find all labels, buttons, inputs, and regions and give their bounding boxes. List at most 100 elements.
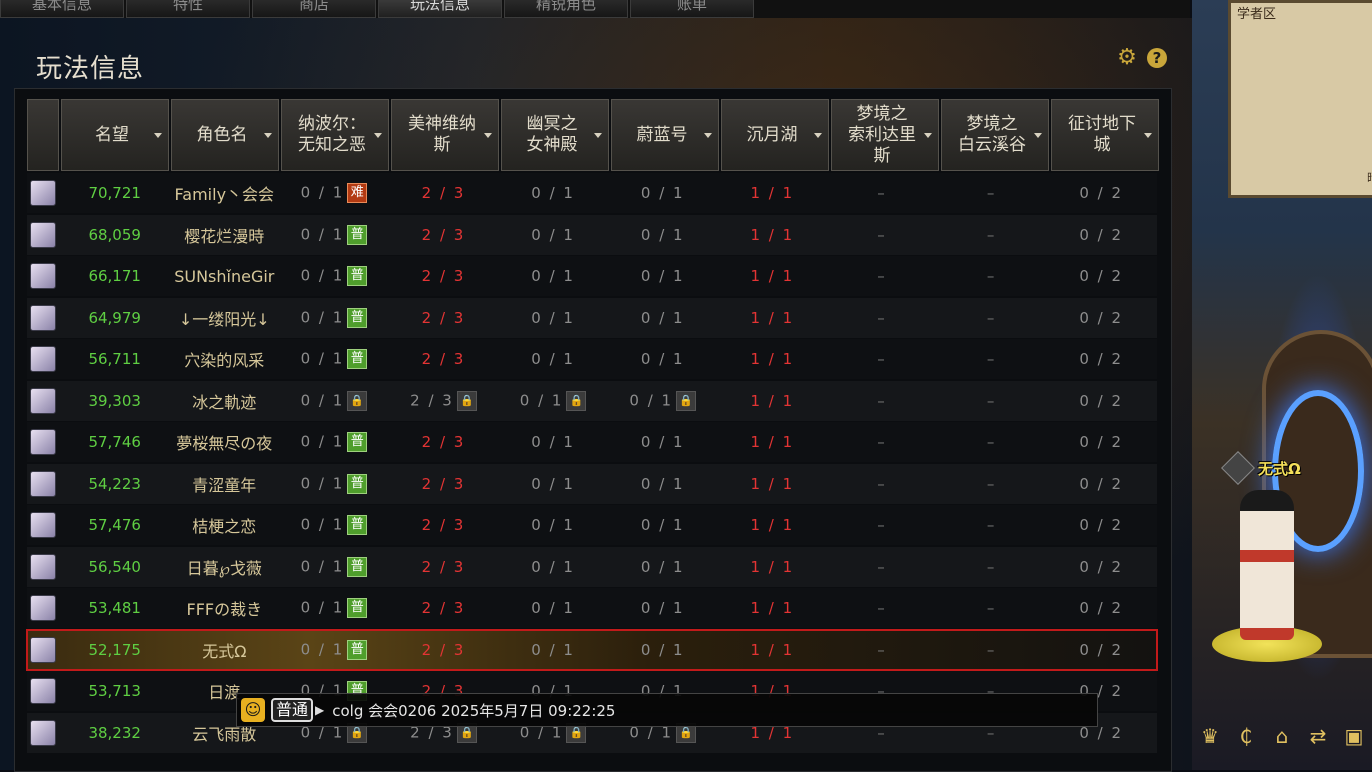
progress-value: 2 / 3 — [421, 350, 466, 368]
sort-dropdown-icon[interactable] — [814, 133, 822, 138]
game-scene: 学者区 晴 无式Ω ♛ ₵ ⌂ ⇄ ▣ — [1192, 0, 1372, 770]
table-row[interactable]: 53,481 FFFの裁き 0 / 1普2 / 30 / 10 / 11 / 1– –… — [27, 588, 1157, 628]
emoji-face-icon[interactable]: ☺ — [241, 698, 265, 722]
table-row[interactable]: 70,721 Family丶会会 0 / 1难2 / 30 / 10 / 11 / … — [27, 173, 1157, 213]
gear-icon[interactable]: ⚙ — [1117, 47, 1137, 69]
sort-dropdown-icon[interactable] — [1144, 133, 1152, 138]
dream-cloud-valley-progress: – — [986, 350, 997, 368]
sort-dropdown-icon[interactable] — [924, 133, 932, 138]
tab-3[interactable]: 玩法信息 — [378, 0, 502, 18]
column-header-2[interactable]: 角色名 — [171, 99, 279, 171]
lock-icon: 🔒 — [676, 390, 697, 411]
sort-dropdown-icon[interactable] — [704, 133, 712, 138]
table-row[interactable]: 66,171 SUNshǐneGir 0 / 1普2 / 30 / 10 / 11 … — [27, 256, 1157, 296]
dream-solidaris-progress: – — [877, 640, 887, 659]
table-row[interactable]: 57,476 桔梗之恋 0 / 1普2 / 30 / 10 / 11 / 1– –0 … — [27, 505, 1157, 545]
reputation-value: 57,476 — [88, 516, 141, 534]
moonlake-progress: 1 / 1 — [750, 225, 795, 244]
napol-progress: 0 / 1普 — [280, 556, 388, 577]
progress-value: 0 / 1 — [640, 557, 685, 576]
table-row[interactable]: 68,059 樱花烂漫時 0 / 1普2 / 30 / 10 / 11 / 1– –0… — [27, 214, 1157, 255]
sort-dropdown-icon[interactable] — [1034, 133, 1042, 138]
character-name[interactable]: 穴染的风采 — [171, 347, 279, 371]
sort-dropdown-icon[interactable] — [484, 133, 492, 138]
dungeon-conquest-progress: 0 / 2 — [1079, 391, 1124, 410]
column-header-5[interactable]: 幽冥之 女神殿 — [501, 99, 609, 171]
sort-dropdown-icon[interactable] — [264, 133, 272, 138]
chat-message-bar[interactable]: ☺ 普通 ▶ colg 会会0206 2025年5月7日 09:22:25 — [236, 693, 1098, 727]
progress-value: 0 / 1 — [300, 308, 345, 326]
progress-value: 0 / 1 — [531, 350, 575, 368]
sort-dropdown-icon[interactable] — [594, 133, 602, 138]
dream-solidaris-progress: – — [877, 516, 887, 534]
column-header-10[interactable]: 征讨地下 城 — [1051, 99, 1159, 171]
dream-cloud-valley-progress: – — [986, 474, 997, 493]
table-row[interactable]: 57,746 夢桜無尽の夜 0 / 1普2 / 30 / 10 / 11 / 1– –… — [27, 422, 1157, 462]
avatar-cell — [27, 512, 59, 538]
character-name[interactable]: 樱花烂漫時 — [171, 223, 279, 247]
avatar-cell — [27, 636, 59, 663]
moonlake-progress: 1 / 1 — [750, 391, 795, 410]
player-character-name: 无式Ω — [1258, 460, 1301, 478]
table-header: 名望 角色名 纳波尔： 无知之恶 美神维纳 斯 幽冥之 女神殿 蔚蓝号 沉月湖 梦境之 索利达… — [27, 99, 1161, 171]
lock-icon: 🔒 — [347, 390, 368, 411]
table-row[interactable]: 39,303 冰之軌迹 0 / 1 🔒 2 / 3 🔒 0 / 1 🔒 0 / 1 🔒 1 / 1–… — [27, 380, 1157, 421]
avatar-cell — [27, 221, 59, 248]
table-row[interactable]: 56,711 穴染的风采 0 / 1普2 / 30 / 10 / 11 / 1– –0… — [27, 339, 1157, 379]
sort-dropdown-icon[interactable] — [374, 133, 382, 138]
table-row[interactable]: 56,540 日暮℘戈薇 0 / 1普2 / 30 / 10 / 11 / 1– –0… — [27, 546, 1157, 587]
dream-solidaris-progress: – — [877, 599, 887, 617]
tab-5[interactable]: 账单 — [630, 0, 754, 18]
house-icon[interactable]: ⌂ — [1268, 722, 1296, 750]
tab-4[interactable]: 精锐角色 — [504, 0, 628, 18]
character-name[interactable]: ↓一缕阳光↓ — [171, 306, 279, 330]
character-name[interactable]: 冰之軌迹 — [171, 389, 279, 413]
character-name[interactable]: 夢桜無尽の夜 — [171, 430, 279, 454]
currency-icon[interactable]: ₵ — [1232, 722, 1260, 750]
character-name[interactable]: FFFの裁き — [171, 596, 279, 620]
character-name[interactable]: 青涩童年 — [171, 472, 279, 496]
progress-value: 0 / 1 — [531, 640, 575, 659]
character-name[interactable]: 桔梗之恋 — [171, 513, 279, 537]
reputation-value: 39,303 — [88, 391, 141, 410]
trade-icon[interactable]: ⇄ — [1304, 722, 1332, 750]
column-header-label: 美神维纳 斯 — [408, 114, 476, 155]
help-icon[interactable]: ? — [1147, 48, 1167, 68]
tab-2[interactable]: 商店 — [252, 0, 376, 18]
napol-progress: 0 / 1 🔒 — [280, 390, 388, 411]
column-header-3[interactable]: 纳波尔： 无知之恶 — [281, 99, 389, 171]
venus-progress: 2 / 3 🔒 — [390, 390, 498, 411]
column-header-9[interactable]: 梦境之 白云溪谷 — [941, 99, 1049, 171]
moonlake-progress: 1 / 1 — [750, 267, 795, 285]
reputation-value: 70,721 — [88, 184, 141, 202]
player-character[interactable] — [1240, 490, 1294, 640]
table-row[interactable]: 64,979 ↓一缕阳光↓ 0 / 1普2 / 30 / 10 / 11 / 1– –… — [27, 297, 1157, 338]
progress-value: 0 / 1 — [640, 474, 685, 493]
character-name[interactable]: SUNshǐneGir — [171, 267, 279, 286]
column-header-4[interactable]: 美神维纳 斯 — [391, 99, 499, 171]
character-name[interactable]: 日暮℘戈薇 — [171, 555, 279, 579]
avatar-cell — [27, 429, 59, 455]
avatar-cell — [27, 719, 59, 746]
column-header-7[interactable]: 沉月湖 — [721, 99, 829, 171]
character-name[interactable]: 无式Ω — [171, 638, 279, 662]
bag-icon[interactable]: ▣ — [1340, 722, 1368, 750]
column-header-6[interactable]: 蔚蓝号 — [611, 99, 719, 171]
character-name[interactable]: Family丶会会 — [171, 181, 279, 205]
minimap[interactable]: 学者区 晴 — [1228, 0, 1372, 198]
crown-icon[interactable]: ♛ — [1196, 722, 1224, 750]
sort-dropdown-icon[interactable] — [154, 133, 162, 138]
column-header-8[interactable]: 梦境之 索利达里 斯 — [831, 99, 939, 171]
azure-progress: 0 / 1 — [609, 641, 717, 659]
progress-value: 2 / 3 — [421, 474, 466, 493]
chat-channel-badge[interactable]: 普通 — [271, 698, 314, 722]
venus-progress: 2 / 3 — [390, 558, 498, 576]
venus-progress: 2 / 3 — [390, 433, 498, 451]
column-header-1[interactable]: 名望 — [61, 99, 169, 171]
azure-progress: 0 / 1 — [609, 184, 717, 202]
tab-1[interactable]: 特性 — [126, 0, 250, 18]
tab-0[interactable]: 基本信息 — [0, 0, 124, 18]
table-row[interactable]: 54,223 青涩童年 0 / 1普2 / 30 / 10 / 11 / 1– –0 … — [27, 463, 1157, 504]
table-row[interactable]: 52,175 无式Ω 0 / 1普2 / 30 / 10 / 11 / 1– –0 /… — [26, 628, 1158, 671]
progress-value: 0 / 1 — [531, 225, 575, 244]
